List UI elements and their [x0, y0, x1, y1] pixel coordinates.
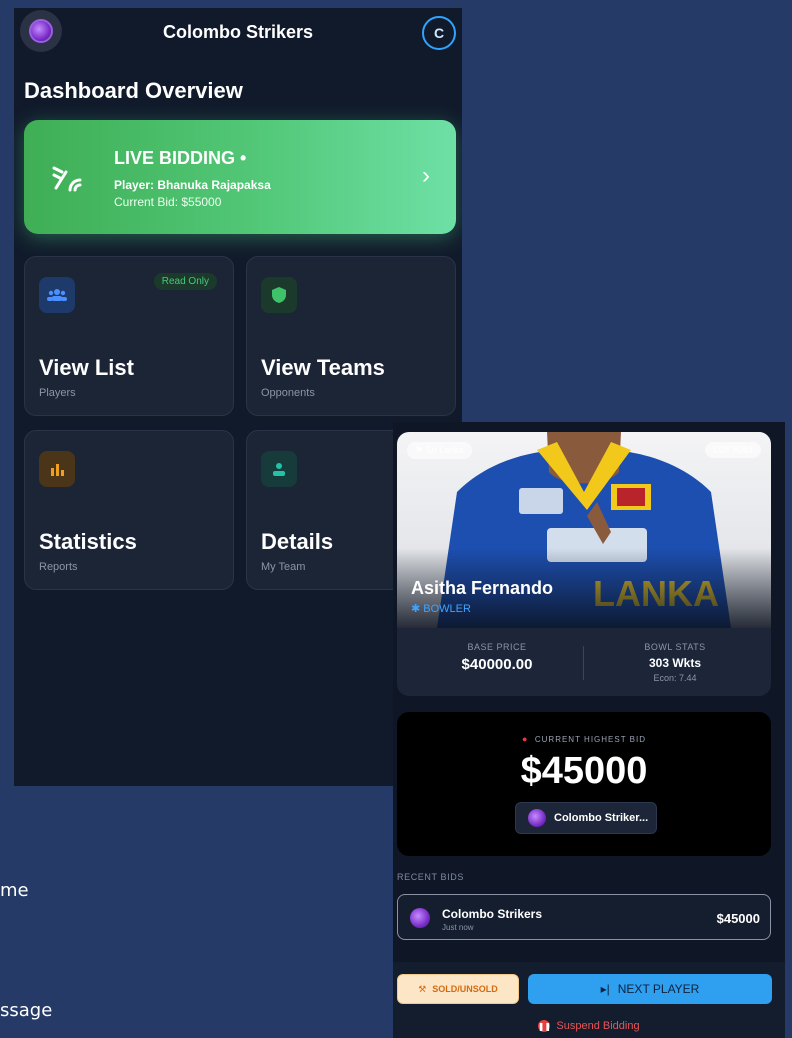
view-teams-tile[interactable]: View Teams Opponents — [246, 256, 456, 416]
bowl-stats-label: BOWL STATS — [644, 642, 706, 652]
country-badge: ⚑ Sri Lanka — [407, 442, 472, 459]
suspend-bidding-label: Suspend Bidding — [556, 1020, 640, 1032]
tile-label: Details — [261, 529, 334, 554]
sold-unsold-button[interactable]: ⚒ SOLD/UNSOLD — [397, 974, 519, 1004]
background-text-fragment: me — [0, 880, 29, 901]
view-list-tile[interactable]: Read Only View List Players — [24, 256, 234, 416]
bowl-stats: BOWL STATS 303 Wkts Econ: 7.44 — [625, 642, 725, 683]
recent-bid-amount: $45000 — [716, 911, 760, 926]
bar-chart-icon — [39, 451, 75, 487]
page-title: Dashboard Overview — [24, 78, 243, 103]
tile-label: View Teams — [261, 355, 385, 380]
person-icon — [261, 451, 297, 487]
base-price-stat: BASE PRICE $40000.00 — [447, 642, 547, 673]
skip-next-icon: ▸| — [600, 982, 610, 996]
live-bidding-title: LIVE BIDDING • — [114, 148, 247, 168]
live-signal-icon — [52, 166, 82, 192]
list-item[interactable]: Colombo Strikers Just now $45000 — [397, 894, 771, 940]
user-avatar[interactable]: C — [422, 16, 456, 50]
bowl-stats-value: 303 Wkts — [648, 656, 702, 670]
tile-subtitle: Reports — [39, 561, 78, 573]
stat-divider — [583, 646, 584, 680]
shield-icon — [261, 277, 297, 313]
next-player-label: NEXT PLAYER — [617, 982, 700, 996]
player-role: ✱ BOWLER — [411, 603, 471, 615]
auction-controls: ⚒ SOLD/UNSOLD ▸| NEXT PLAYER ❚❚ Suspend … — [393, 962, 785, 1038]
chevron-right-icon: › — [422, 162, 430, 189]
tile-subtitle: Players — [39, 387, 76, 399]
dashboard-header: Colombo Strikers C — [14, 8, 462, 58]
base-price-label: BASE PRICE — [467, 642, 527, 652]
bowl-economy: Econ: 7.44 — [653, 673, 697, 683]
live-bidding-card[interactable]: LIVE BIDDING • Player: Bhanuka Rajapaksa… — [24, 120, 456, 234]
read-only-badge: Read Only — [153, 273, 217, 290]
current-bid-amount: $45000 — [520, 750, 648, 792]
bid-team-name: Colombo Striker... — [554, 812, 649, 824]
current-bid-card: ● CURRENT HIGHEST BID $45000 Colombo Str… — [397, 712, 771, 856]
live-player-name: Player: Bhanuka Rajapaksa — [114, 178, 271, 192]
player-name: Asitha Fernando — [411, 578, 554, 598]
recent-bid-time: Just now — [442, 923, 474, 932]
current-bid-label: ● CURRENT HIGHEST BID — [521, 734, 647, 744]
tile-subtitle: My Team — [261, 561, 306, 573]
team-logo-icon — [528, 809, 546, 827]
gavel-icon: ⚒ — [418, 983, 427, 994]
lot-badge: LOT #084 — [705, 442, 761, 458]
tile-subtitle: Opponents — [261, 387, 315, 399]
auction-screen: LANKA ⚑ Sri Lanka LOT #084 Asitha Fernan… — [393, 422, 785, 1038]
recent-bids-label: RECENT BIDS — [397, 872, 464, 882]
team-logo-icon — [410, 908, 430, 928]
suspend-bidding-button[interactable]: ❚❚ Suspend Bidding — [393, 1020, 785, 1032]
team-title: Colombo Strikers — [162, 22, 314, 42]
statistics-tile[interactable]: Statistics Reports — [24, 430, 234, 590]
live-current-bid: Current Bid: $55000 — [114, 195, 222, 209]
pause-icon: ❚❚ — [537, 1020, 552, 1032]
tile-label: View List — [39, 355, 134, 380]
sold-unsold-label: SOLD/UNSOLD — [432, 984, 498, 994]
background-text-fragment: ssage — [0, 1000, 53, 1021]
base-price-value: $40000.00 — [461, 656, 533, 673]
bid-team-chip: Colombo Striker... — [515, 802, 657, 834]
tile-label: Statistics — [39, 529, 137, 554]
users-icon — [39, 277, 75, 313]
player-card: LANKA ⚑ Sri Lanka LOT #084 Asitha Fernan… — [397, 432, 771, 696]
recent-bid-team: Colombo Strikers — [442, 907, 543, 921]
next-player-button[interactable]: ▸| NEXT PLAYER — [528, 974, 772, 1004]
